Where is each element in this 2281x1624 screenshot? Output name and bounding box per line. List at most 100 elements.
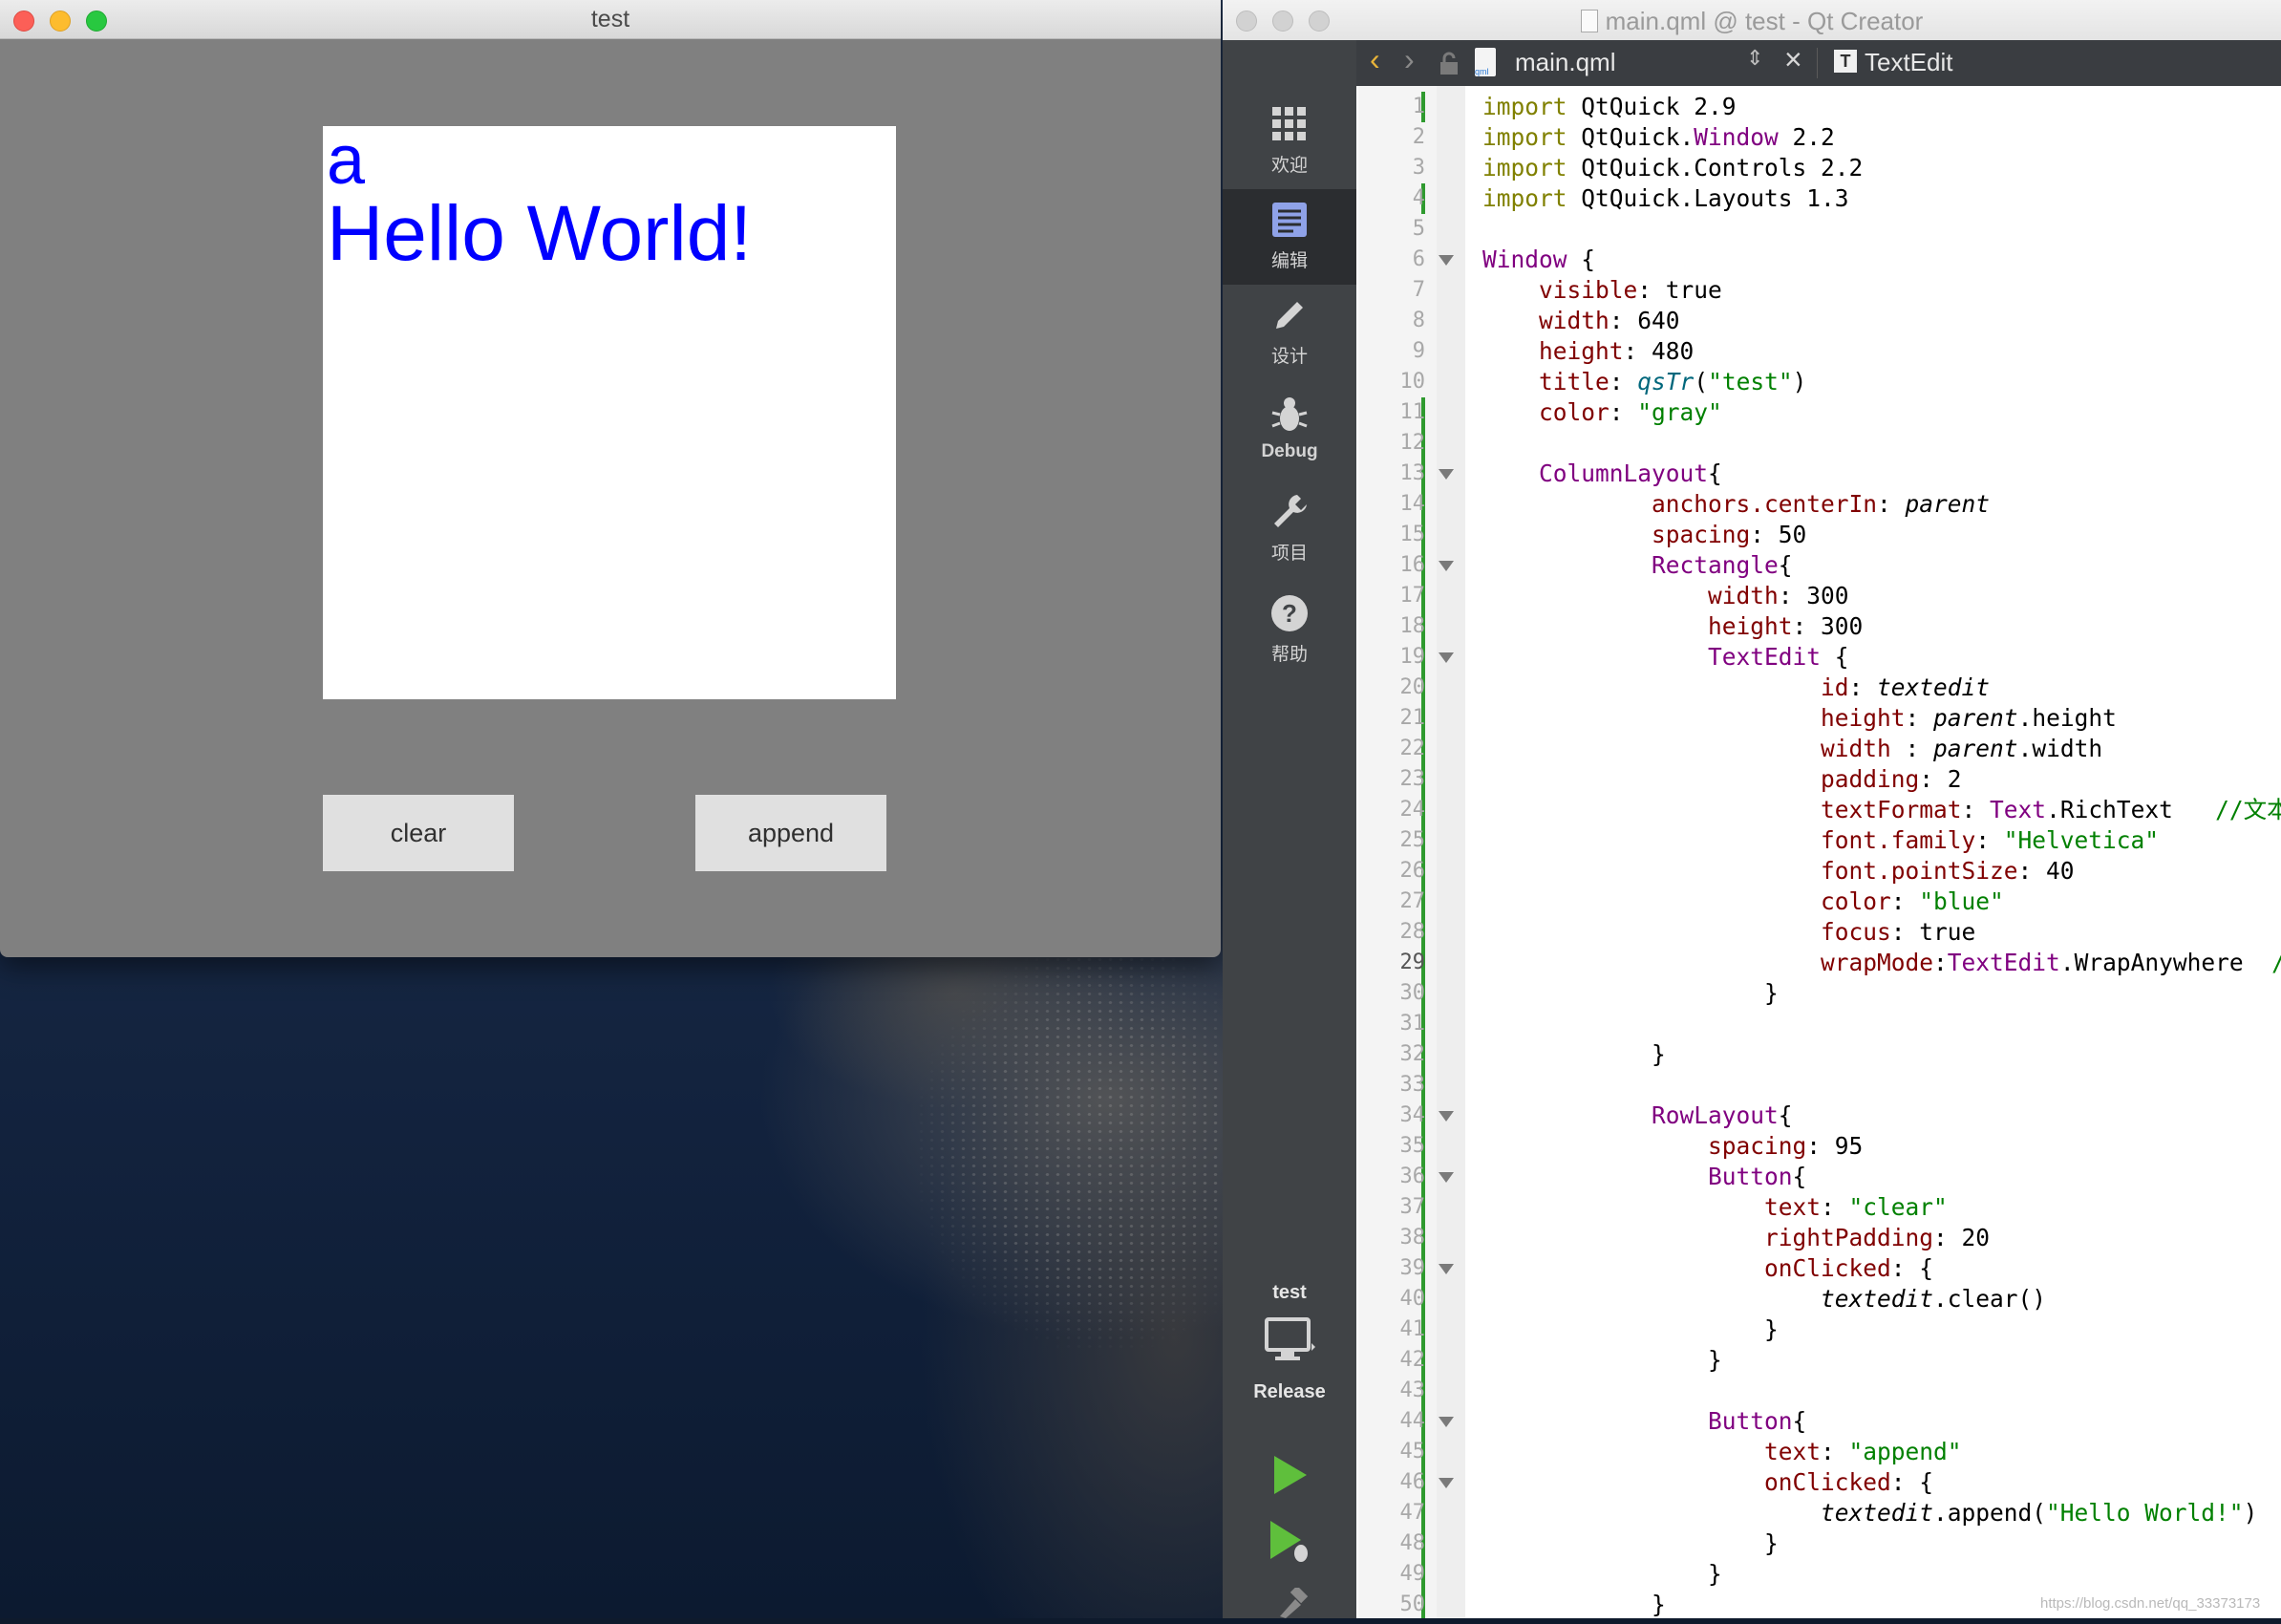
mode-debug[interactable]: Debug: [1223, 384, 1356, 480]
fold-arrow-icon[interactable]: [1439, 1111, 1454, 1122]
code-text: Window {: [1482, 246, 1596, 273]
code-line[interactable]: 33: [1400, 1070, 2281, 1100]
code-line[interactable]: 25 font.family: "Helvetica": [1400, 825, 2281, 856]
run-button[interactable]: [1223, 1452, 1356, 1504]
code-line[interactable]: 9 height: 480: [1413, 336, 2281, 367]
line-number: 45: [1399, 1440, 1426, 1464]
code-line[interactable]: 7 visible: true: [1413, 275, 2281, 306]
code-line[interactable]: 4 import QtQuick.Layouts 1.3: [1413, 183, 2281, 214]
fold-arrow-icon[interactable]: [1439, 1172, 1454, 1183]
code-line[interactable]: 30 }: [1400, 978, 2281, 1009]
code-line[interactable]: 2 import QtQuick.Window 2.2: [1413, 122, 2281, 153]
code-line[interactable]: 15 spacing: 50: [1400, 520, 2281, 550]
code-line[interactable]: 36 Button{: [1400, 1162, 2281, 1192]
target-selector[interactable]: [1223, 1316, 1356, 1374]
code-line[interactable]: 28 focus: true: [1400, 917, 2281, 948]
code-line[interactable]: 10 title: qsTr("test"): [1400, 367, 2281, 397]
code-line[interactable]: 37 text: "clear": [1400, 1192, 2281, 1223]
fold-arrow-icon[interactable]: [1439, 1264, 1454, 1274]
chevron-right-icon[interactable]: ›: [1404, 42, 1415, 77]
code-editor[interactable]: 1 import QtQuick 2.9 2 import QtQuick.Windo…: [1400, 92, 2281, 1620]
code-line[interactable]: 27 color: "blue": [1400, 887, 2281, 917]
fold-arrow-icon[interactable]: [1439, 652, 1454, 663]
code-line[interactable]: 6 Window {: [1413, 245, 2281, 275]
clear-button[interactable]: clear: [323, 795, 514, 871]
code-line[interactable]: 47 textedit.append("Hello World!"): [1400, 1498, 2281, 1528]
code-line[interactable]: 13 ColumnLayout{: [1400, 459, 2281, 489]
code-line[interactable]: 31: [1400, 1009, 2281, 1039]
app-titlebar[interactable]: test: [0, 0, 1221, 39]
mode-edit[interactable]: 编辑: [1223, 189, 1356, 285]
lock-icon[interactable]: [1439, 52, 1460, 76]
chevron-left-icon[interactable]: ‹: [1370, 42, 1380, 77]
mode-welcome[interactable]: 欢迎: [1223, 94, 1356, 189]
code-text: Button{: [1708, 1163, 1807, 1190]
line-number: 16: [1399, 553, 1426, 577]
code-line[interactable]: 24 textFormat: Text.RichText //文本显: [1400, 795, 2281, 825]
code-line[interactable]: 34 RowLayout{: [1400, 1100, 2281, 1131]
append-button[interactable]: append: [695, 795, 886, 871]
code-line[interactable]: 43: [1400, 1376, 2281, 1406]
code-line[interactable]: 18 height: 300: [1400, 611, 2281, 642]
code-line[interactable]: 49 }: [1400, 1559, 2281, 1590]
target-project-label: test: [1272, 1282, 1307, 1303]
code-line[interactable]: 40 textedit.clear(): [1400, 1284, 2281, 1314]
code-line[interactable]: 16 Rectangle{: [1400, 550, 2281, 581]
mode-design[interactable]: 设计: [1223, 285, 1356, 380]
code-line[interactable]: 21 height: parent.height: [1400, 703, 2281, 734]
code-line[interactable]: 46 onClicked: {: [1400, 1467, 2281, 1498]
code-line[interactable]: 8 width: 640: [1413, 306, 2281, 336]
code-line[interactable]: 14 anchors.centerIn: parent: [1400, 489, 2281, 520]
code-line[interactable]: 39 onClicked: {: [1400, 1253, 2281, 1284]
rock-texture: [821, 955, 1223, 1433]
code-line[interactable]: 23 padding: 2: [1400, 764, 2281, 795]
fold-arrow-icon[interactable]: [1439, 469, 1454, 480]
code-text: height: 480: [1539, 337, 1695, 365]
fold-column: [1437, 86, 1465, 1618]
line-number: 34: [1399, 1103, 1426, 1127]
line-number: 5: [1412, 217, 1425, 241]
code-line[interactable]: 45 text: "append": [1400, 1437, 2281, 1467]
code-line[interactable]: 5: [1413, 214, 2281, 245]
code-line[interactable]: 26 font.pointSize: 40: [1400, 856, 2281, 887]
code-text: text: "clear": [1764, 1193, 1948, 1221]
fold-arrow-icon[interactable]: [1439, 1417, 1454, 1427]
code-line[interactable]: 1 import QtQuick 2.9: [1413, 92, 2281, 122]
current-symbol[interactable]: TextEdit: [1865, 48, 1953, 77]
toolbar-divider: [1817, 48, 1818, 78]
code-line[interactable]: 3 import QtQuick.Controls 2.2: [1413, 153, 2281, 183]
text-edit-area[interactable]: a Hello World!: [323, 122, 896, 699]
code-line[interactable]: 38 rightPadding: 20: [1400, 1223, 2281, 1253]
code-text: textedit.append("Hello World!"): [1821, 1499, 2258, 1527]
code-line[interactable]: 35 spacing: 95: [1400, 1131, 2281, 1162]
mode-projects[interactable]: 项目: [1223, 481, 1356, 577]
code-line[interactable]: 20 id: textedit: [1400, 673, 2281, 703]
code-line[interactable]: 17 width: 300: [1400, 581, 2281, 611]
line-number: 12: [1399, 431, 1426, 455]
qt-window-title: main.qml @ test - Qt Creator: [1223, 7, 2281, 36]
fold-arrow-icon[interactable]: [1439, 561, 1454, 571]
code-line[interactable]: 19 TextEdit {: [1400, 642, 2281, 673]
code-line[interactable]: 22 width : parent.width: [1400, 734, 2281, 764]
close-icon[interactable]: ×: [1784, 42, 1802, 77]
code-line[interactable]: 32 }: [1400, 1039, 2281, 1070]
build-button[interactable]: [1223, 1585, 1356, 1624]
code-line[interactable]: 29 wrapMode:TextEdit.WrapAnywhere //决: [1400, 948, 2281, 978]
open-file-name[interactable]: main.qml: [1515, 48, 1615, 77]
code-line[interactable]: 41 }: [1400, 1314, 2281, 1345]
code-line[interactable]: 48 }: [1400, 1528, 2281, 1559]
fold-arrow-icon[interactable]: [1439, 255, 1454, 266]
line-number: 19: [1399, 645, 1426, 669]
code-line[interactable]: 42 }: [1400, 1345, 2281, 1376]
mode-help[interactable]: ? 帮助: [1223, 583, 1356, 678]
line-number: 42: [1399, 1348, 1426, 1372]
code-line[interactable]: 44 Button{: [1400, 1406, 2281, 1437]
code-line[interactable]: 12: [1400, 428, 2281, 459]
fold-arrow-icon[interactable]: [1439, 1478, 1454, 1488]
debug-run-button[interactable]: [1223, 1519, 1356, 1571]
mode-sidebar: 欢迎 编辑 设计 Debug 项目 ? 帮助 test Release: [1223, 40, 1356, 1618]
code-line[interactable]: 11 color: "gray": [1400, 397, 2281, 428]
file-dropdown-arrows[interactable]: ⇕: [1746, 46, 1763, 71]
qt-titlebar[interactable]: main.qml @ test - Qt Creator: [1223, 0, 2281, 41]
